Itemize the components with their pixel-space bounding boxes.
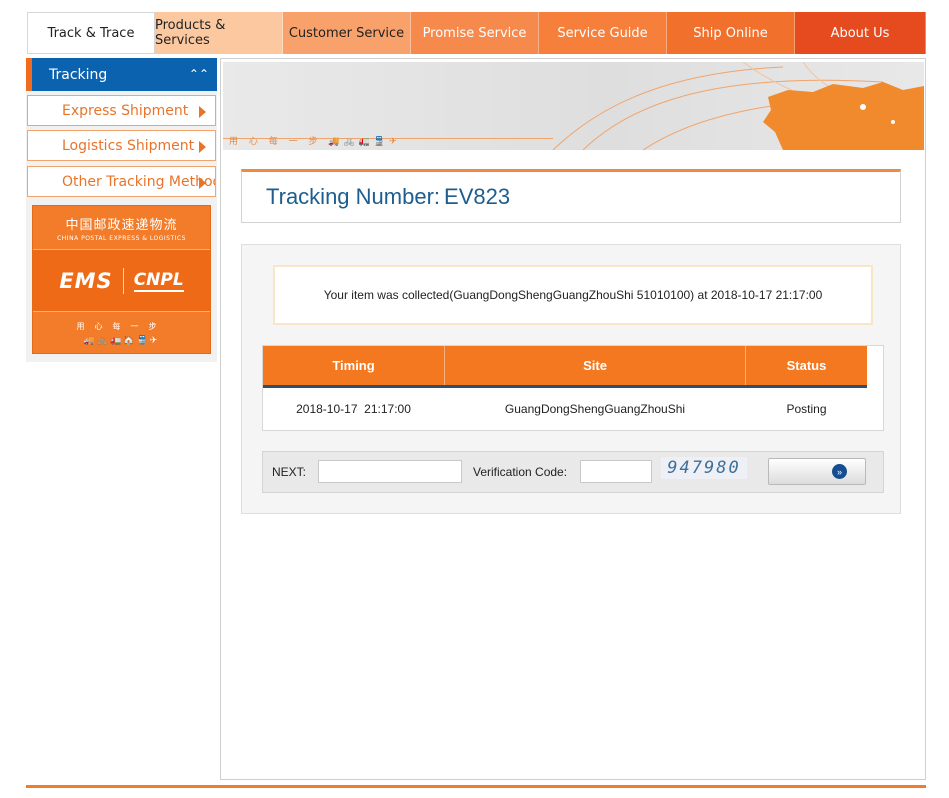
logo-header: 中国邮政速递物流 CHINA POSTAL EXPRESS & LOGISTIC… (33, 206, 210, 250)
sidebar: Tracking ⌃⌃ Express Shipment Logistics S… (26, 58, 217, 362)
triangle-right-icon (199, 177, 206, 189)
banner-motto-icons: 用 心 每 一 步 🚚🚲🚛🚆✈ (229, 137, 401, 147)
next-tracking-form: NEXT: Verification Code: 947980 » (262, 451, 884, 493)
cell-site: GuangDongShengGuangZhouShi (504, 402, 686, 416)
banner-image: 用 心 每 一 步 🚚🚲🚛🚆✈ (223, 62, 924, 150)
logo-divider (122, 267, 124, 294)
column-header-site: Site (445, 346, 746, 385)
column-header-timing: Timing (263, 346, 445, 385)
next-tracking-input[interactable] (318, 460, 462, 483)
tracking-number-label: Tracking Number: (266, 184, 441, 209)
sidebar-item-label: Express Shipment (62, 102, 189, 119)
table-row: 2018-10-17 21:17:00 GuangDongShengGuangZ… (263, 388, 867, 430)
tracking-number-panel: Tracking Number: EV823 (241, 169, 901, 223)
ems-cnpl-logo: 中国邮政速递物流 CHINA POSTAL EXPRESS & LOGISTIC… (32, 205, 211, 354)
tracking-result-panel: Your item was collected(GuangDongShengGu… (241, 244, 901, 514)
verification-code-input[interactable] (580, 460, 652, 483)
main-panel: 用 心 每 一 步 🚚🚲🚛🚆✈ Tracking Number: EV823 Yo… (220, 58, 926, 780)
cell-status: Posting (786, 402, 827, 416)
triangle-right-icon (199, 106, 206, 118)
double-chevron-right-icon: » (832, 464, 847, 479)
sidebar-item-label: Logistics Shipment (62, 137, 195, 154)
sidebar-header-accent (26, 58, 32, 91)
cell-timing: 2018-10-17 21:17:00 (296, 402, 411, 416)
triangle-right-icon (199, 141, 206, 153)
logo-english-text: CHINA POSTAL EXPRESS & LOGISTICS (57, 234, 186, 242)
tab-customer-service[interactable]: Customer Service (283, 12, 411, 54)
submit-button[interactable]: » (768, 458, 866, 485)
status-message: Your item was collected(GuangDongShengGu… (273, 265, 873, 325)
table-header: Timing Site Status (263, 346, 867, 388)
sidebar-item-label: Other Tracking Methods (62, 173, 216, 190)
tab-about-us[interactable]: About Us (795, 12, 926, 54)
sidebar-item-express-shipment[interactable]: Express Shipment (27, 95, 216, 126)
collapse-chevron-icon[interactable]: ⌃⌃ (189, 67, 209, 81)
logo-motto: 用心每一步 (76, 321, 167, 331)
top-navigation: Track & Trace Products & Services Custom… (27, 12, 926, 54)
tracking-number-title: Tracking Number: EV823 (262, 184, 510, 210)
sidebar-item-logistics-shipment[interactable]: Logistics Shipment (27, 130, 216, 161)
footer-divider (26, 785, 926, 788)
captcha-image[interactable]: 947980 (661, 457, 747, 479)
ems-logo-text: EMS (59, 268, 113, 293)
column-header-status: Status (786, 358, 827, 373)
tab-promise-service[interactable]: Promise Service (411, 12, 539, 54)
tab-track-trace[interactable]: Track & Trace (27, 12, 155, 54)
logo-chinese-text: 中国邮政速递物流 (65, 217, 178, 233)
tab-ship-online[interactable]: Ship Online (667, 12, 795, 54)
sidebar-item-other-tracking-methods[interactable]: Other Tracking Methods (27, 166, 216, 197)
next-label: NEXT: (272, 465, 307, 479)
logo-footer: 用心每一步 🚚🚲🚛🏠🚆✈ (33, 312, 210, 354)
sidebar-header[interactable]: Tracking ⌃⌃ (26, 58, 217, 91)
logo-brands: EMS CNPL (33, 250, 210, 312)
tab-products-services[interactable]: Products & Services (155, 12, 283, 54)
sidebar-header-label: Tracking (49, 66, 108, 83)
tracking-number-value: EV823 (444, 184, 511, 209)
cnpl-logo-text: CNPL (133, 269, 184, 292)
vehicles-icon: 🚚🚲🚛🏠🚆✈ (83, 335, 160, 346)
verification-code-label: Verification Code: (473, 465, 568, 479)
tracking-table: Timing Site Status 2018-10-17 21:17:00 G… (262, 345, 884, 431)
tab-service-guide[interactable]: Service Guide (539, 12, 667, 54)
